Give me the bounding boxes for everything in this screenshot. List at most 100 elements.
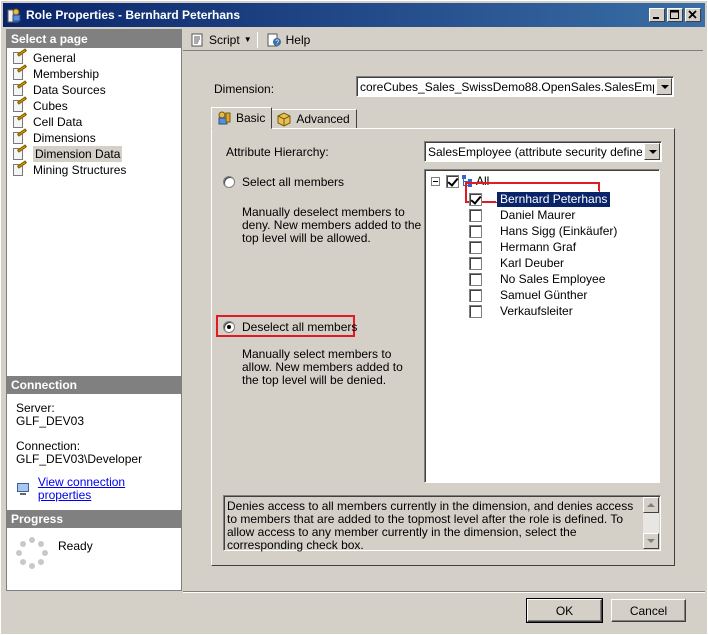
dimension-dropdown[interactable]: coreCubes_Sales_SwissDemo88.OpenSales.Sa… bbox=[356, 76, 674, 97]
chevron-down-icon[interactable] bbox=[644, 143, 660, 160]
main-content: Dimension: coreCubes_Sales_SwissDemo88.O… bbox=[183, 52, 705, 591]
member-label: Hermann Graf bbox=[500, 239, 577, 254]
page-item-cell-data[interactable]: Cell Data bbox=[11, 112, 181, 130]
page-item-label: Dimension Data bbox=[33, 146, 123, 162]
view-connection-properties-link[interactable]: View connection properties bbox=[38, 476, 181, 502]
tree-member[interactable]: Bernhard Peterhans bbox=[469, 190, 620, 208]
title-bar[interactable]: Role Properties - Bernhard Peterhans bbox=[3, 3, 705, 27]
bottom-separator bbox=[183, 591, 705, 593]
server-value: GLF_DEV03 bbox=[16, 414, 85, 428]
toolbar: Script ▼ ? Help bbox=[183, 29, 703, 51]
tree-member[interactable]: Verkaufsleiter bbox=[469, 303, 620, 319]
member-checkbox[interactable] bbox=[469, 288, 482, 302]
connection-value: GLF_DEV03\Developer bbox=[16, 452, 143, 466]
select-all-description: Manually deselect members to deny. New m… bbox=[242, 205, 422, 245]
page-item-label: Data Sources bbox=[33, 83, 106, 97]
page-wand-icon bbox=[11, 128, 27, 145]
member-tree[interactable]: All Bernhard Peterhans Daniel Maurer Han… bbox=[424, 169, 660, 483]
script-icon bbox=[189, 32, 205, 48]
description-box: Denies access to all members currently i… bbox=[223, 495, 661, 552]
member-checkbox[interactable] bbox=[469, 240, 482, 254]
page-item-label: Dimensions bbox=[33, 131, 96, 145]
connection-header: Connection bbox=[7, 376, 181, 394]
page-item-general[interactable]: General bbox=[11, 48, 181, 66]
select-all-label: Select all members bbox=[242, 175, 345, 189]
attribute-hierarchy-value: SalesEmployee (attribute security define… bbox=[428, 145, 642, 159]
progress-status: Ready bbox=[58, 539, 93, 553]
tree-members: Bernhard Peterhans Daniel Maurer Hans Si… bbox=[469, 190, 620, 319]
member-checkbox[interactable] bbox=[469, 208, 482, 222]
script-button[interactable]: Script ▼ bbox=[186, 30, 255, 50]
attribute-hierarchy-dropdown[interactable]: SalesEmployee (attribute security define… bbox=[424, 141, 662, 162]
tree-member[interactable]: Karl Deuber bbox=[469, 255, 620, 271]
role-properties-icon bbox=[6, 7, 22, 23]
tree-member[interactable]: Hermann Graf bbox=[469, 239, 620, 255]
ok-button[interactable]: OK bbox=[526, 598, 603, 623]
tab-basic[interactable]: Basic bbox=[211, 107, 273, 129]
dimension-label: Dimension: bbox=[214, 82, 275, 96]
scroll-down-icon[interactable] bbox=[643, 533, 659, 549]
deselect-all-radio[interactable] bbox=[223, 321, 235, 333]
page-item-label: Membership bbox=[33, 67, 100, 81]
maximize-button[interactable] bbox=[667, 8, 683, 22]
page-item-membership[interactable]: Membership bbox=[11, 64, 181, 82]
member-checkbox[interactable] bbox=[469, 192, 482, 206]
tab-advanced-label: Advanced bbox=[296, 112, 350, 126]
page-wand-icon bbox=[11, 96, 27, 113]
member-checkbox[interactable] bbox=[469, 224, 482, 238]
tab-basic-label: Basic bbox=[236, 111, 266, 125]
deselect-all-label: Deselect all members bbox=[242, 320, 358, 334]
page-item-mining-structures[interactable]: Mining Structures bbox=[11, 160, 181, 178]
member-label: Karl Deuber bbox=[500, 255, 565, 270]
deselect-all-members-option[interactable]: Deselect all members bbox=[223, 320, 357, 334]
page-item-dimensions[interactable]: Dimensions bbox=[11, 128, 181, 146]
page-wand-icon bbox=[11, 64, 27, 81]
toolbar-separator bbox=[256, 31, 258, 48]
page-wand-icon bbox=[11, 80, 27, 97]
progress-section: Progress Ready bbox=[7, 510, 181, 569]
progress-header: Progress bbox=[7, 510, 181, 528]
member-checkbox[interactable] bbox=[469, 256, 482, 270]
tab-strip: Basic Advanced bbox=[211, 107, 357, 129]
select-all-members-option[interactable]: Select all members bbox=[223, 175, 344, 189]
basic-tab-panel: Attribute Hierarchy: SalesEmployee (attr… bbox=[211, 128, 675, 566]
all-checkbox[interactable] bbox=[446, 174, 459, 188]
spinner-icon bbox=[16, 537, 48, 569]
help-button[interactable]: ? Help bbox=[263, 30, 314, 50]
member-checkbox[interactable] bbox=[469, 272, 482, 286]
dimension-value: coreCubes_Sales_SwissDemo88.OpenSales.Sa… bbox=[360, 80, 654, 94]
member-label: Hans Sigg (Einkäufer) bbox=[500, 223, 618, 238]
page-item-cubes[interactable]: Cubes bbox=[11, 96, 181, 114]
page-wand-icon bbox=[11, 112, 27, 129]
window-title: Role Properties - Bernhard Peterhans bbox=[26, 8, 241, 22]
tree-member[interactable]: Daniel Maurer bbox=[469, 207, 620, 223]
page-list: General Membership Data Sources Cubes Ce… bbox=[7, 48, 181, 178]
select-all-radio[interactable] bbox=[223, 176, 235, 188]
page-item-dimension-data[interactable]: Dimension Data bbox=[11, 144, 181, 162]
cancel-button[interactable]: Cancel bbox=[611, 599, 686, 622]
member-checkbox[interactable] bbox=[469, 304, 482, 318]
collapse-icon[interactable] bbox=[431, 176, 440, 186]
tree-member[interactable]: No Sales Employee bbox=[469, 271, 620, 287]
advanced-tab-icon bbox=[276, 111, 292, 127]
minimize-button[interactable] bbox=[649, 8, 665, 22]
close-button[interactable] bbox=[685, 8, 701, 22]
connection-properties-icon bbox=[16, 482, 32, 496]
tree-member[interactable]: Samuel Günther bbox=[469, 287, 620, 303]
page-item-data-sources[interactable]: Data Sources bbox=[11, 80, 181, 98]
tree-member[interactable]: Hans Sigg (Einkäufer) bbox=[469, 223, 620, 239]
connection-section: Connection Server: GLF_DEV03 Connection:… bbox=[7, 376, 181, 502]
description-text: Denies access to all members currently i… bbox=[227, 499, 634, 552]
chevron-down-icon[interactable]: ▼ bbox=[244, 35, 252, 44]
member-label: Daniel Maurer bbox=[500, 207, 576, 222]
role-properties-window: Role Properties - Bernhard Peterhans Sel… bbox=[0, 0, 708, 635]
scroll-up-icon[interactable] bbox=[643, 497, 659, 513]
tab-advanced[interactable]: Advanced bbox=[271, 109, 357, 129]
attribute-hierarchy-label: Attribute Hierarchy: bbox=[226, 145, 329, 159]
description-scrollbar[interactable] bbox=[643, 497, 659, 549]
page-wand-icon bbox=[11, 144, 27, 161]
left-panel: Select a page General Membership Data So… bbox=[6, 29, 182, 591]
member-label: Verkaufsleiter bbox=[500, 303, 573, 318]
basic-tab-icon bbox=[216, 110, 232, 126]
chevron-down-icon[interactable] bbox=[656, 78, 672, 95]
